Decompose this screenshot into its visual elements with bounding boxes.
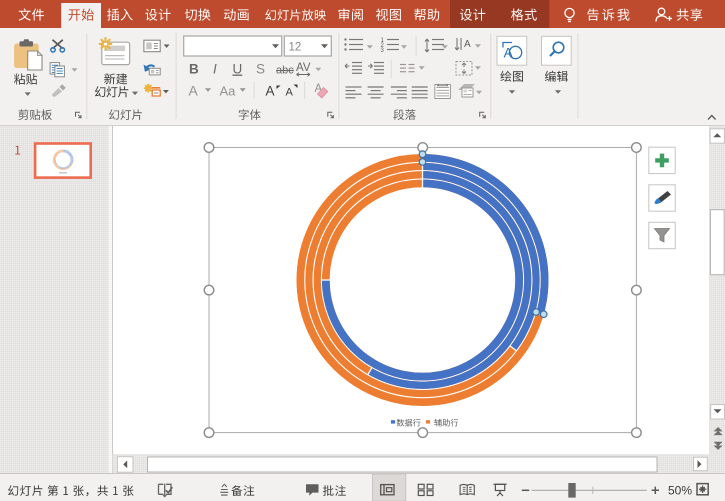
svg-text:abc: abc xyxy=(276,65,294,77)
svg-text:12: 12 xyxy=(289,42,302,54)
svg-text:I: I xyxy=(213,62,217,77)
svg-text:AV: AV xyxy=(296,62,311,74)
svg-text:A: A xyxy=(286,87,294,99)
svg-text:U: U xyxy=(233,62,243,77)
svg-text:S: S xyxy=(256,62,265,77)
svg-text:50%: 50% xyxy=(668,484,692,498)
svg-text:A: A xyxy=(189,83,199,99)
svg-text:A: A xyxy=(266,84,275,99)
svg-text:Aa: Aa xyxy=(220,84,237,99)
svg-text:B: B xyxy=(189,62,199,77)
svg-text:A: A xyxy=(464,39,471,50)
